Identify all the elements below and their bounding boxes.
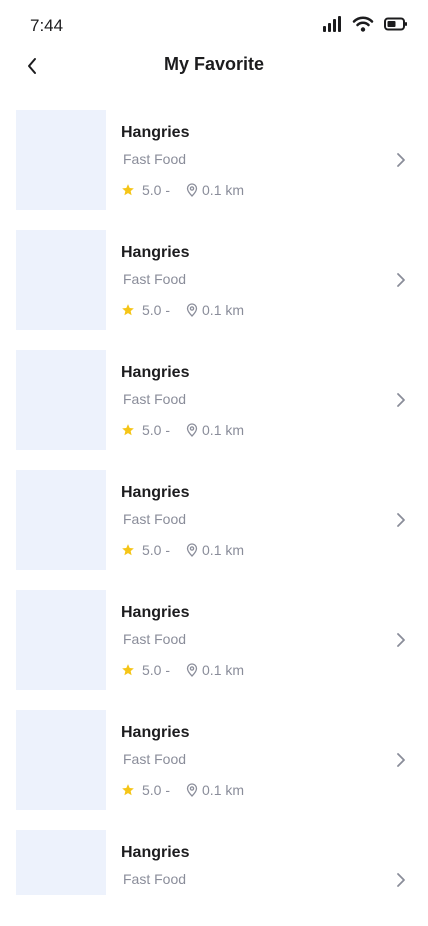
battery-icon [384, 17, 407, 31]
chevron-right-icon [397, 273, 405, 287]
star-icon [122, 784, 134, 796]
location-pin-icon [186, 543, 198, 557]
distance-value: 0.1 km [202, 662, 245, 678]
status-bar: 7:44 [0, 0, 428, 50]
chevron-right-icon [397, 513, 405, 527]
restaurant-category: Fast Food [123, 871, 187, 887]
distance-value: 0.1 km [202, 542, 245, 558]
restaurant-meta: 5.0 - 0.1 km [121, 782, 244, 798]
location-pin-icon [186, 183, 198, 197]
signal-icon [323, 16, 341, 32]
status-icons [322, 15, 408, 33]
favorite-item[interactable]: Hangries Fast Food [0, 830, 428, 895]
restaurant-thumbnail [16, 590, 106, 690]
chevron-right-icon [397, 633, 405, 647]
restaurant-category: Fast Food [123, 631, 187, 647]
favorite-item[interactable]: Hangries Fast Food 5.0 - 0.1 km [0, 470, 428, 570]
restaurant-meta: 5.0 - 0.1 km [121, 542, 244, 558]
restaurant-meta: 5.0 - 0.1 km [121, 422, 244, 438]
favorite-item[interactable]: Hangries Fast Food 5.0 - 0.1 km [0, 230, 428, 330]
chevron-right-icon [397, 153, 405, 167]
restaurant-name: Hangries [121, 844, 190, 861]
restaurant-meta: 5.0 - 0.1 km [121, 182, 244, 198]
restaurant-category: Fast Food [123, 391, 187, 407]
navigation-bar: My Favorite [0, 50, 428, 80]
star-icon [122, 664, 134, 676]
chevron-right-icon [397, 873, 405, 887]
status-time: 7:44 [30, 16, 64, 35]
restaurant-thumbnail [16, 830, 106, 895]
rating-value: 5.0 - [142, 422, 171, 438]
restaurant-meta: 5.0 - 0.1 km [121, 662, 244, 678]
location-pin-icon [186, 423, 198, 437]
distance-value: 0.1 km [202, 302, 245, 318]
star-icon [122, 184, 134, 196]
star-icon [122, 424, 134, 436]
rating-value: 5.0 - [142, 302, 171, 318]
favorite-item[interactable]: Hangries Fast Food 5.0 - 0.1 km [0, 590, 428, 690]
restaurant-thumbnail [16, 230, 106, 330]
distance-value: 0.1 km [202, 182, 245, 198]
restaurant-meta: 5.0 - 0.1 km [121, 302, 244, 318]
restaurant-name: Hangries [121, 244, 190, 261]
rating-value: 5.0 - [142, 662, 171, 678]
restaurant-name: Hangries [121, 364, 190, 381]
restaurant-thumbnail [16, 110, 106, 210]
location-pin-icon [186, 783, 198, 797]
restaurant-thumbnail [16, 470, 106, 570]
chevron-right-icon [397, 753, 405, 767]
restaurant-thumbnail [16, 710, 106, 810]
page-title: My Favorite [163, 54, 265, 74]
location-pin-icon [186, 303, 198, 317]
favorites-list: Hangries Fast Food 5.0 - 0.1 km Hangries… [0, 110, 428, 915]
restaurant-category: Fast Food [123, 751, 187, 767]
rating-value: 5.0 - [142, 782, 171, 798]
distance-value: 0.1 km [202, 782, 245, 798]
restaurant-name: Hangries [121, 484, 190, 501]
restaurant-category: Fast Food [123, 511, 187, 527]
location-pin-icon [186, 663, 198, 677]
restaurant-name: Hangries [121, 604, 190, 621]
favorite-item[interactable]: Hangries Fast Food 5.0 - 0.1 km [0, 710, 428, 810]
restaurant-name: Hangries [121, 124, 190, 141]
wifi-icon [352, 16, 374, 32]
favorite-item[interactable]: Hangries Fast Food 5.0 - 0.1 km [0, 110, 428, 210]
distance-value: 0.1 km [202, 422, 245, 438]
restaurant-category: Fast Food [123, 271, 187, 287]
star-icon [122, 544, 134, 556]
star-icon [122, 304, 134, 316]
restaurant-thumbnail [16, 350, 106, 450]
rating-value: 5.0 - [142, 542, 171, 558]
chevron-right-icon [397, 393, 405, 407]
favorite-item[interactable]: Hangries Fast Food 5.0 - 0.1 km [0, 350, 428, 450]
restaurant-name: Hangries [121, 724, 190, 741]
rating-value: 5.0 - [142, 182, 171, 198]
restaurant-category: Fast Food [123, 151, 187, 167]
